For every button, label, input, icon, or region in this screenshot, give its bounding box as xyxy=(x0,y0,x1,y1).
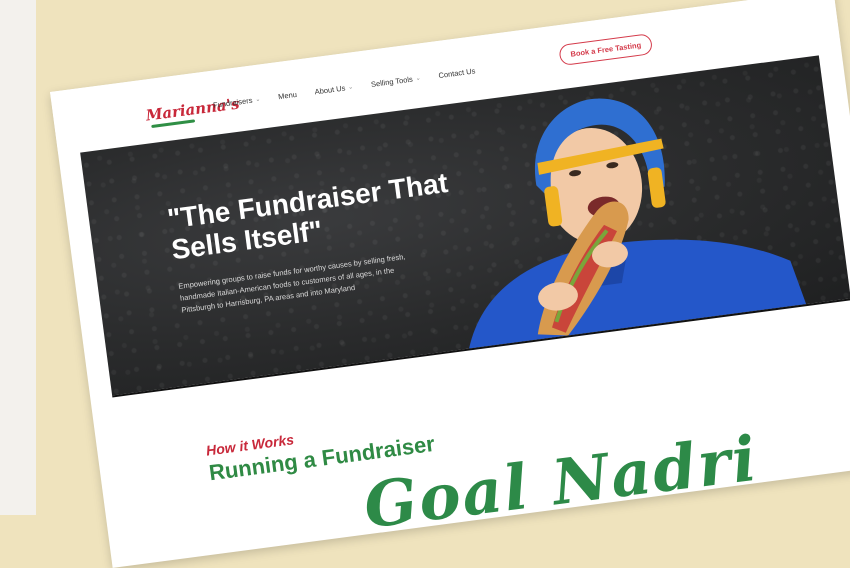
left-background-strip xyxy=(0,0,36,515)
nav-label: Menu xyxy=(277,89,298,102)
chevron-down-icon: ⌄ xyxy=(347,84,354,92)
main-nav: Fundraisers ⌄ Menu About Us ⌄ Selling To… xyxy=(213,66,476,109)
chevron-down-icon: ⌄ xyxy=(255,96,261,104)
nav-label: Contact Us xyxy=(437,66,476,81)
nav-item-about-us[interactable]: About Us ⌄ xyxy=(314,82,354,96)
nav-label: Selling Tools xyxy=(370,74,414,89)
nav-item-menu[interactable]: Menu xyxy=(278,90,298,101)
nav-item-contact-us[interactable]: Contact Us xyxy=(438,66,476,80)
book-free-tasting-button[interactable]: Book a Free Tasting xyxy=(558,33,654,67)
nav-label: About Us xyxy=(314,83,346,97)
chevron-down-icon: ⌄ xyxy=(415,75,422,83)
nav-item-selling-tools[interactable]: Selling Tools ⌄ xyxy=(370,74,421,89)
